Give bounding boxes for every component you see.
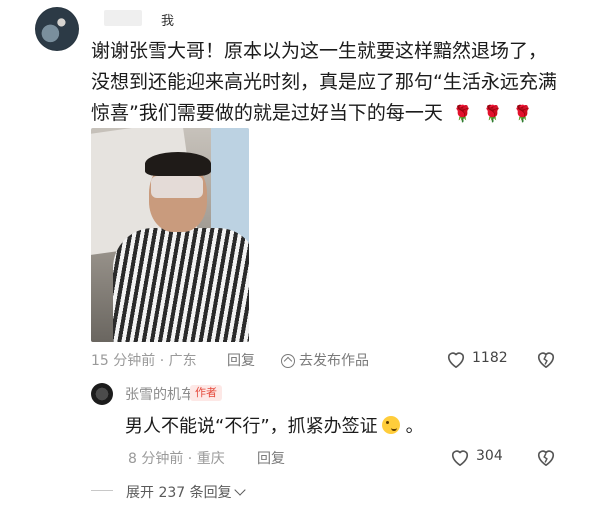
- goto-publish-button[interactable]: 去发布作品: [281, 350, 369, 370]
- rose-icon: 🌹: [452, 104, 473, 123]
- commenter-avatar[interactable]: [35, 7, 79, 51]
- comment-line-last: 惊喜”我们需要做的就是过好当下的每一天 🌹 🌹 🌹: [91, 98, 591, 129]
- comment-line: 谢谢张雪大哥！原本以为这一生就要这样黯然退场了，: [91, 40, 548, 62]
- rose-icon: 🌹: [512, 104, 533, 123]
- expand-replies-button[interactable]: 展开 237 条回复: [126, 482, 246, 502]
- self-tag: 我: [161, 14, 175, 29]
- heart-outline-icon[interactable]: [449, 447, 471, 467]
- broken-heart-icon[interactable]: [535, 349, 557, 369]
- goto-publish-label: 去发布作品: [299, 353, 369, 369]
- arrow-circle-icon: [281, 354, 295, 368]
- divider: [91, 490, 113, 491]
- comment-line: 没想到还能迎来高光时刻，真是应了那句“生活永远充满: [91, 71, 557, 93]
- reply-username[interactable]: 张雪的机车: [125, 384, 195, 404]
- reply-meta: 8 分钟前 · 重庆: [128, 451, 225, 467]
- chevron-down-icon: [233, 484, 246, 496]
- comment-text: 谢谢张雪大哥！原本以为这一生就要这样黯然退场了， 没想到还能迎来高光时刻，真是应…: [91, 36, 591, 129]
- reply-like-count: 304: [476, 448, 503, 464]
- comment-meta: 15 分钟前 · 广东: [91, 353, 197, 369]
- reply-avatar[interactable]: [91, 383, 113, 405]
- broken-heart-icon[interactable]: [535, 447, 557, 467]
- comment-photo[interactable]: [91, 128, 249, 342]
- rose-icon: 🌹: [482, 104, 503, 123]
- heart-outline-icon[interactable]: [445, 349, 467, 369]
- like-count: 1182: [472, 350, 508, 366]
- reply-button[interactable]: 回复: [227, 350, 255, 370]
- author-badge: 作者: [190, 385, 222, 401]
- reply-text: 男人不能说“不行”，抓紧办签证。: [125, 416, 424, 437]
- reply-reply-button[interactable]: 回复: [257, 448, 285, 468]
- wink-emoji-icon: [381, 416, 400, 434]
- commenter-username-blurred[interactable]: [104, 10, 142, 26]
- expand-label: 展开 237 条回复: [126, 485, 232, 501]
